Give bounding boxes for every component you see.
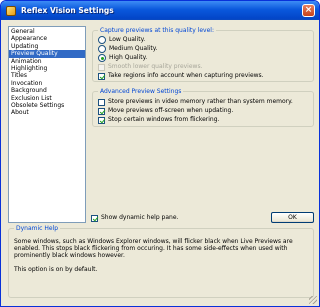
regions-info-label: Take regions info account when capturing… xyxy=(108,72,264,79)
smooth-previews-checkbox xyxy=(98,63,105,71)
nav-item-animation[interactable]: Animation xyxy=(9,58,85,65)
help-paragraph-1: Some windows, such as Windows Explorer w… xyxy=(14,238,293,260)
advanced-preview-group: Advanced Preview Settings Store previews… xyxy=(92,87,314,127)
dynamic-help-pane: Dynamic Help Some windows, such as Windo… xyxy=(8,224,314,298)
capture-quality-legend: Capture previews at this quality level: xyxy=(98,26,216,35)
resize-grip-icon[interactable] xyxy=(309,296,317,304)
regions-info-checkbox[interactable] xyxy=(98,72,105,80)
nav-item-highlighting[interactable]: Highlighting xyxy=(9,65,85,72)
nav-item-about[interactable]: About xyxy=(9,109,85,116)
smooth-previews-option: Smooth lower quality previews. xyxy=(98,63,203,71)
medium-quality-radio[interactable] xyxy=(98,45,106,53)
high-quality-option[interactable]: High Quality. xyxy=(98,54,147,62)
stop-flickering-checkbox[interactable] xyxy=(98,116,105,124)
show-help-pane-label: Show dynamic help pane. xyxy=(101,214,179,221)
capture-quality-group: Capture previews at this quality level: … xyxy=(92,26,314,82)
medium-quality-option[interactable]: Medium Quality. xyxy=(98,45,157,53)
title-bar[interactable]: Reflex Vision Settings × xyxy=(1,1,319,20)
window-title: Reflex Vision Settings xyxy=(21,6,114,15)
regions-info-option[interactable]: Take regions info account when capturing… xyxy=(98,72,264,80)
low-quality-radio[interactable] xyxy=(98,36,106,44)
nav-item-general[interactable]: General xyxy=(9,28,85,35)
video-memory-option[interactable]: Store previews in video memory rather th… xyxy=(98,98,293,106)
smooth-previews-label: Smooth lower quality previews. xyxy=(108,63,203,70)
nav-item-titles[interactable]: Titles xyxy=(9,72,85,79)
nav-item-preview-quality[interactable]: Preview Quality xyxy=(9,50,85,58)
video-memory-label: Store previews in video memory rather th… xyxy=(108,98,293,105)
move-offscreen-checkbox[interactable] xyxy=(98,107,105,115)
dynamic-help-legend: Dynamic Help xyxy=(14,224,61,233)
nav-item-updating[interactable]: Updating xyxy=(9,43,85,50)
dynamic-help-text: Some windows, such as Windows Explorer w… xyxy=(14,238,310,279)
advanced-preview-legend: Advanced Preview Settings xyxy=(98,87,184,96)
high-quality-label: High Quality. xyxy=(109,54,148,61)
high-quality-radio[interactable] xyxy=(98,54,106,62)
show-help-pane-checkbox[interactable] xyxy=(91,214,98,222)
move-offscreen-option[interactable]: Move previews off-screen when updating. xyxy=(98,107,233,115)
nav-item-appearance[interactable]: Appearance xyxy=(9,35,85,42)
video-memory-checkbox[interactable] xyxy=(98,98,105,106)
settings-category-list[interactable]: General Appearance Updating Preview Qual… xyxy=(8,26,86,223)
show-help-pane-option[interactable]: Show dynamic help pane. xyxy=(91,214,178,222)
nav-item-invocation[interactable]: Invocation xyxy=(9,80,85,87)
ok-button[interactable]: OK xyxy=(271,212,314,223)
stop-flickering-label: Stop certain windows from flickering. xyxy=(108,116,220,123)
low-quality-option[interactable]: Low Quality. xyxy=(98,36,145,44)
stop-flickering-option[interactable]: Stop certain windows from flickering. xyxy=(98,116,219,124)
nav-item-exclusion-list[interactable]: Exclusion List xyxy=(9,95,85,102)
app-icon xyxy=(6,5,16,16)
nav-item-obsolete-settings[interactable]: Obsolete Settings xyxy=(9,102,85,109)
close-button[interactable]: × xyxy=(302,4,315,17)
help-paragraph-2: This option is on by default. xyxy=(14,265,98,273)
low-quality-label: Low Quality. xyxy=(109,36,146,43)
medium-quality-label: Medium Quality. xyxy=(109,45,158,52)
move-offscreen-label: Move previews off-screen when updating. xyxy=(108,107,234,114)
nav-item-background[interactable]: Background xyxy=(9,87,85,94)
settings-window: Reflex Vision Settings × General Appeara… xyxy=(0,0,320,307)
